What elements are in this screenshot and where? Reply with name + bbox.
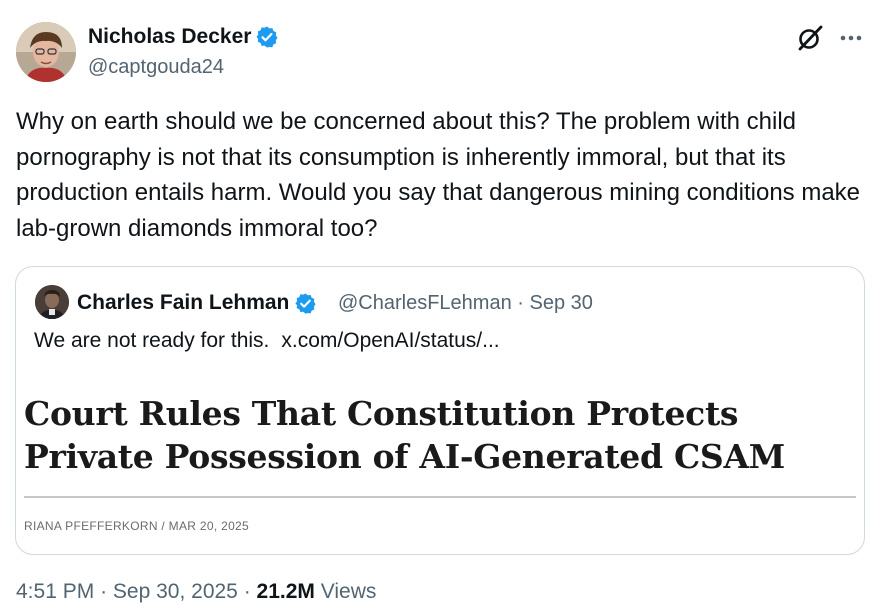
separator-dot: · bbox=[517, 292, 524, 314]
author-avatar[interactable] bbox=[16, 22, 76, 82]
grok-icon[interactable] bbox=[796, 24, 824, 52]
tweet-date[interactable]: Sep 30, 2025 bbox=[113, 580, 238, 603]
article-divider bbox=[24, 496, 856, 498]
quoted-tweet-link[interactable]: x.com/OpenAI/status/... bbox=[281, 329, 499, 352]
quoted-author-avatar[interactable] bbox=[35, 285, 69, 319]
author-name[interactable]: Nicholas Decker bbox=[88, 25, 279, 49]
quoted-author-name[interactable]: Charles Fain Lehman bbox=[77, 291, 317, 315]
quoted-tweet-date[interactable]: Sep 30 bbox=[530, 292, 593, 314]
views-count: 21.2M bbox=[256, 580, 315, 603]
author-name-text[interactable]: Nicholas Decker bbox=[88, 25, 251, 49]
quoted-tweet-body: We are not ready for this. bbox=[34, 329, 270, 352]
tweet-meta: 4:51 PM · Sep 30, 2025 · 21.2M Views bbox=[16, 580, 376, 604]
tweet: Nicholas Decker @captgouda24 Why on eart… bbox=[0, 0, 883, 616]
article-byline: RIANA PFEFFERKORN / MAR 20, 2025 bbox=[24, 519, 249, 533]
tweet-time[interactable]: 4:51 PM bbox=[16, 580, 94, 603]
quoted-author-name-text[interactable]: Charles Fain Lehman bbox=[77, 291, 289, 315]
article-headline-line1: Court Rules That Constitution Protects bbox=[24, 394, 739, 433]
separator-dot: · bbox=[243, 580, 251, 603]
quoted-author-handle[interactable]: @CharlesFLehman bbox=[338, 292, 512, 314]
tweet-text: Why on earth should we be concerned abou… bbox=[16, 108, 861, 242]
verified-badge-icon bbox=[294, 292, 317, 315]
article-headline-line2: Private Possession of AI-Generated CSAM bbox=[24, 437, 785, 476]
quoted-tweet-text: We are not ready for this. x.com/OpenAI/s… bbox=[34, 329, 500, 353]
separator-dot: · bbox=[100, 580, 108, 603]
more-options-icon[interactable] bbox=[838, 26, 866, 50]
quoted-author-handle-date[interactable]: @CharlesFLehman · Sep 30 bbox=[338, 292, 593, 315]
article-headline[interactable]: Court Rules That Constitution Protects P… bbox=[24, 392, 854, 478]
views-label: Views bbox=[320, 580, 377, 603]
quoted-tweet-card[interactable]: Charles Fain Lehman @CharlesFLehman · Se… bbox=[15, 266, 865, 555]
verified-badge-icon bbox=[255, 25, 279, 49]
author-handle[interactable]: @captgouda24 bbox=[88, 56, 224, 79]
